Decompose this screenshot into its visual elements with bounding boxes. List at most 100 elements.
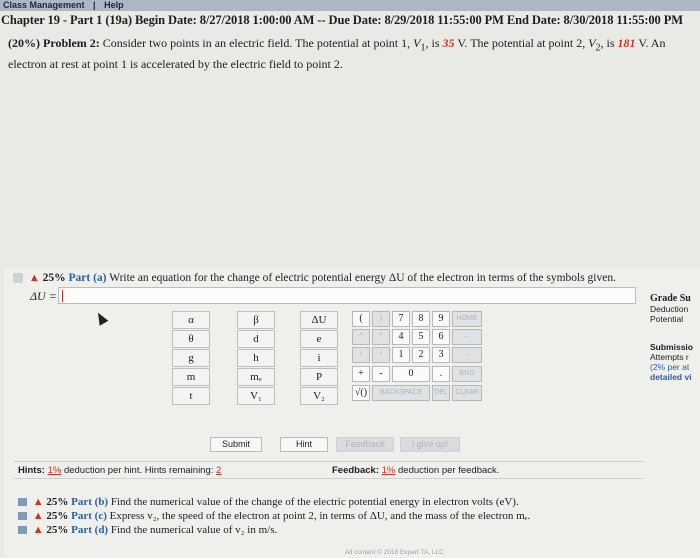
feedback-text: deduction per feedback.: [398, 465, 500, 476]
problem-text-d: , is: [600, 36, 615, 50]
part-c-weight: 25%: [46, 510, 69, 522]
menu-class-management[interactable]: Class Management: [3, 0, 85, 10]
per-attempt-label: (2% per at: [650, 362, 690, 372]
key-1[interactable]: 1: [392, 347, 410, 363]
key-plus[interactable]: +: [352, 366, 370, 382]
problem-statement: (20%) Problem 2: Consider two points in …: [8, 35, 696, 72]
key-backspace[interactable]: BACKSPACE: [372, 385, 430, 401]
expand-arrow-icon[interactable]: [13, 273, 23, 284]
hints-label: Hints:: [18, 465, 45, 476]
symbol-v1[interactable]: V₁: [237, 387, 275, 405]
key-minus[interactable]: -: [372, 366, 390, 382]
part-a-weight: 25%: [42, 272, 66, 284]
deductions-label: Deduction: [650, 304, 689, 314]
part-d-row[interactable]: ▲ 25% Part (d) Find the numerical value …: [18, 524, 668, 536]
symbol-alpha[interactable]: α: [172, 311, 210, 329]
v2-symbol: V: [588, 36, 596, 50]
part-d-icon: [18, 526, 27, 535]
warning-icon: ▲: [28, 272, 40, 284]
feedback-percent: 1%: [381, 465, 396, 476]
part-c-icon: [18, 512, 27, 521]
detailed-view-link[interactable]: detailed vi: [650, 372, 692, 382]
symbol-v2[interactable]: V₂: [300, 387, 338, 405]
key-0[interactable]: 0: [392, 366, 430, 382]
submit-button[interactable]: Submit: [210, 437, 262, 452]
key-clear[interactable]: CLEAR: [452, 385, 482, 401]
warning-icon: ▲: [32, 524, 44, 536]
menu-bar: Class Management | Help: [0, 0, 700, 11]
key-3[interactable]: 3: [432, 347, 450, 363]
key-end[interactable]: END: [452, 366, 482, 382]
menu-help[interactable]: Help: [104, 0, 124, 10]
part-a-row: ▲ 25% Part (a) Write an equation for the…: [13, 272, 700, 284]
submissions-title: Submissio: [650, 342, 693, 352]
chapter-header: Chapter 19 - Part 1 (19a) Begin Date: 8/…: [1, 13, 683, 27]
key-del[interactable]: DEL: [432, 385, 450, 401]
part-b-weight: 25%: [46, 496, 69, 508]
key-divide[interactable]: /: [352, 347, 370, 363]
problem-text-b: , is: [425, 36, 440, 50]
key-open-paren[interactable]: (: [352, 311, 370, 327]
symbol-g[interactable]: g: [172, 349, 210, 367]
symbol-delta-u[interactable]: ΔU: [300, 311, 338, 329]
part-b-label: Part (b): [71, 496, 109, 508]
key-right-arrow[interactable]: →: [452, 347, 482, 363]
answer-input[interactable]: [58, 287, 636, 304]
problem-text-a: Consider two points in an electric field…: [102, 36, 411, 50]
part-d-text: Find the numerical value of v₂ in m/s.: [110, 524, 278, 536]
part-b-row[interactable]: ▲ 25% Part (b) Find the numerical value …: [18, 496, 668, 508]
v1-value: 35: [442, 36, 455, 50]
part-c-label: Part (c): [71, 510, 107, 522]
key-7[interactable]: 7: [392, 311, 410, 327]
key-home[interactable]: HOME: [452, 311, 482, 327]
part-c-row[interactable]: ▲ 25% Part (c) Express v₂, the speed of …: [18, 510, 668, 522]
symbol-e[interactable]: e: [300, 330, 338, 348]
hints-info: Hints: 1% deduction per hint. Hints rema…: [18, 465, 318, 476]
feedback-button[interactable]: Feedback: [336, 437, 394, 452]
attempts-label: Attempts r: [650, 352, 689, 362]
symbol-p[interactable]: P: [300, 368, 338, 386]
key-decimal[interactable]: .: [432, 366, 450, 382]
symbol-theta[interactable]: θ: [172, 330, 210, 348]
hint-button[interactable]: Hint: [280, 437, 328, 452]
warning-icon: ▲: [32, 510, 44, 522]
grade-summary-title: Grade Su: [650, 293, 691, 304]
feedback-info: Feedback: 1% deduction per feedback.: [332, 465, 632, 476]
key-close-paren[interactable]: ): [372, 311, 390, 327]
key-4[interactable]: 4: [392, 329, 410, 345]
hints-text: deduction per hint. Hints remaining:: [63, 465, 214, 476]
problem-label: Problem 2:: [43, 36, 100, 50]
part-b-text: Find the numerical value of the change o…: [110, 496, 519, 508]
part-c-text: Express v₂, the speed of the electron at…: [109, 510, 531, 522]
answer-label: ΔU =: [30, 289, 57, 303]
key-9[interactable]: 9: [432, 311, 450, 327]
menu-separator: |: [93, 0, 96, 10]
warning-icon: ▲: [32, 496, 44, 508]
key-6[interactable]: 6: [432, 329, 450, 345]
key-8[interactable]: 8: [412, 311, 430, 327]
key-caret[interactable]: ^: [352, 329, 370, 345]
key-caret-2[interactable]: ^: [372, 329, 390, 345]
part-a-label: Part (a): [68, 272, 107, 284]
symbol-h[interactable]: h: [237, 349, 275, 367]
part-d-label: Part (d): [71, 524, 109, 536]
part-b-icon: [18, 498, 27, 507]
key-sqrt[interactable]: √(): [352, 385, 370, 401]
symbol-t[interactable]: t: [172, 387, 210, 405]
hints-remaining: 2: [216, 465, 222, 476]
v2-value: 181: [617, 36, 636, 50]
v1-symbol: V: [413, 36, 421, 50]
feedback-label: Feedback:: [332, 465, 379, 476]
symbol-m-e[interactable]: mₑ: [237, 368, 275, 386]
symbol-beta[interactable]: β: [237, 311, 275, 329]
key-multiply[interactable]: *: [372, 347, 390, 363]
symbol-d[interactable]: d: [237, 330, 275, 348]
text-cursor: [62, 290, 63, 302]
copyright-footer: All content © 2018 Expert TA, LLC: [345, 549, 444, 556]
give-up-button[interactable]: I give up!: [400, 437, 460, 452]
symbol-m[interactable]: m: [172, 368, 210, 386]
symbol-i[interactable]: i: [300, 349, 338, 367]
key-5[interactable]: 5: [412, 329, 430, 345]
key-2[interactable]: 2: [412, 347, 430, 363]
key-left-arrow[interactable]: ←: [452, 329, 482, 345]
